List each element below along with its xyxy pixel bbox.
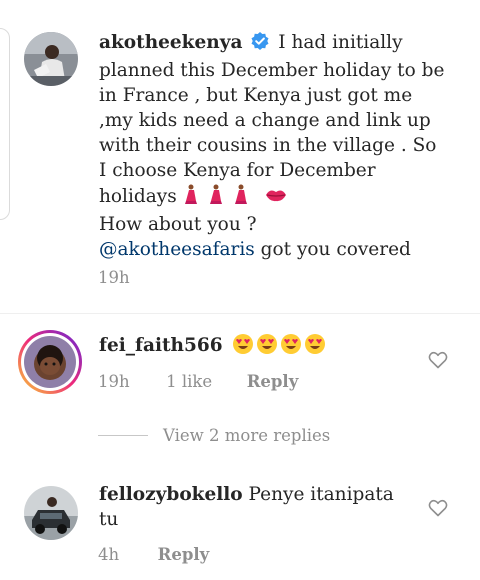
mention-suffix: got you covered xyxy=(260,239,411,260)
author-username[interactable]: akotheekenya xyxy=(99,32,242,53)
commenter-avatar-story-ring[interactable] xyxy=(18,330,82,394)
view-more-replies-label: View 2 more replies xyxy=(163,426,331,445)
reply-button[interactable]: Reply xyxy=(158,545,210,564)
post-caption: akotheekenya I had initially planned thi… xyxy=(99,30,449,262)
caption-tail: How about you ? xyxy=(99,214,257,235)
caption-text: I had initially planned this December ho… xyxy=(99,32,445,207)
dancer-emoji-icon xyxy=(183,183,258,212)
post-timestamp: 19h xyxy=(98,268,130,287)
comment-likes[interactable]: 1 like xyxy=(166,372,212,391)
author-avatar[interactable] xyxy=(24,32,78,86)
view-more-replies-button[interactable]: View 2 more replies xyxy=(98,426,330,445)
reply-button[interactable]: Reply xyxy=(247,372,299,391)
comment-body: fellozybokello Penye itanipata tu xyxy=(99,482,419,532)
commenter-username[interactable]: fei_faith566 xyxy=(99,335,223,356)
mention-link[interactable]: @akotheesafaris xyxy=(99,239,255,260)
commenter-avatar[interactable] xyxy=(24,486,78,540)
comment-timestamp: 19h xyxy=(98,372,130,391)
commenter-username[interactable]: fellozybokello xyxy=(99,484,243,505)
side-panel-edge xyxy=(0,28,10,220)
kiss-lips-icon xyxy=(264,185,288,212)
comment-body: fei_faith566 xyxy=(99,333,328,362)
verified-badge-icon xyxy=(250,31,270,58)
comment-timestamp: 4h xyxy=(98,545,120,564)
replies-divider-line xyxy=(98,435,148,436)
like-heart-icon[interactable] xyxy=(428,351,448,369)
comment-meta: 19h 1 like Reply xyxy=(98,372,298,391)
like-heart-icon[interactable] xyxy=(428,499,448,517)
divider xyxy=(0,313,480,314)
comment-meta: 4h Reply xyxy=(98,545,209,564)
heart-eyes-emoji-icon xyxy=(232,333,328,362)
